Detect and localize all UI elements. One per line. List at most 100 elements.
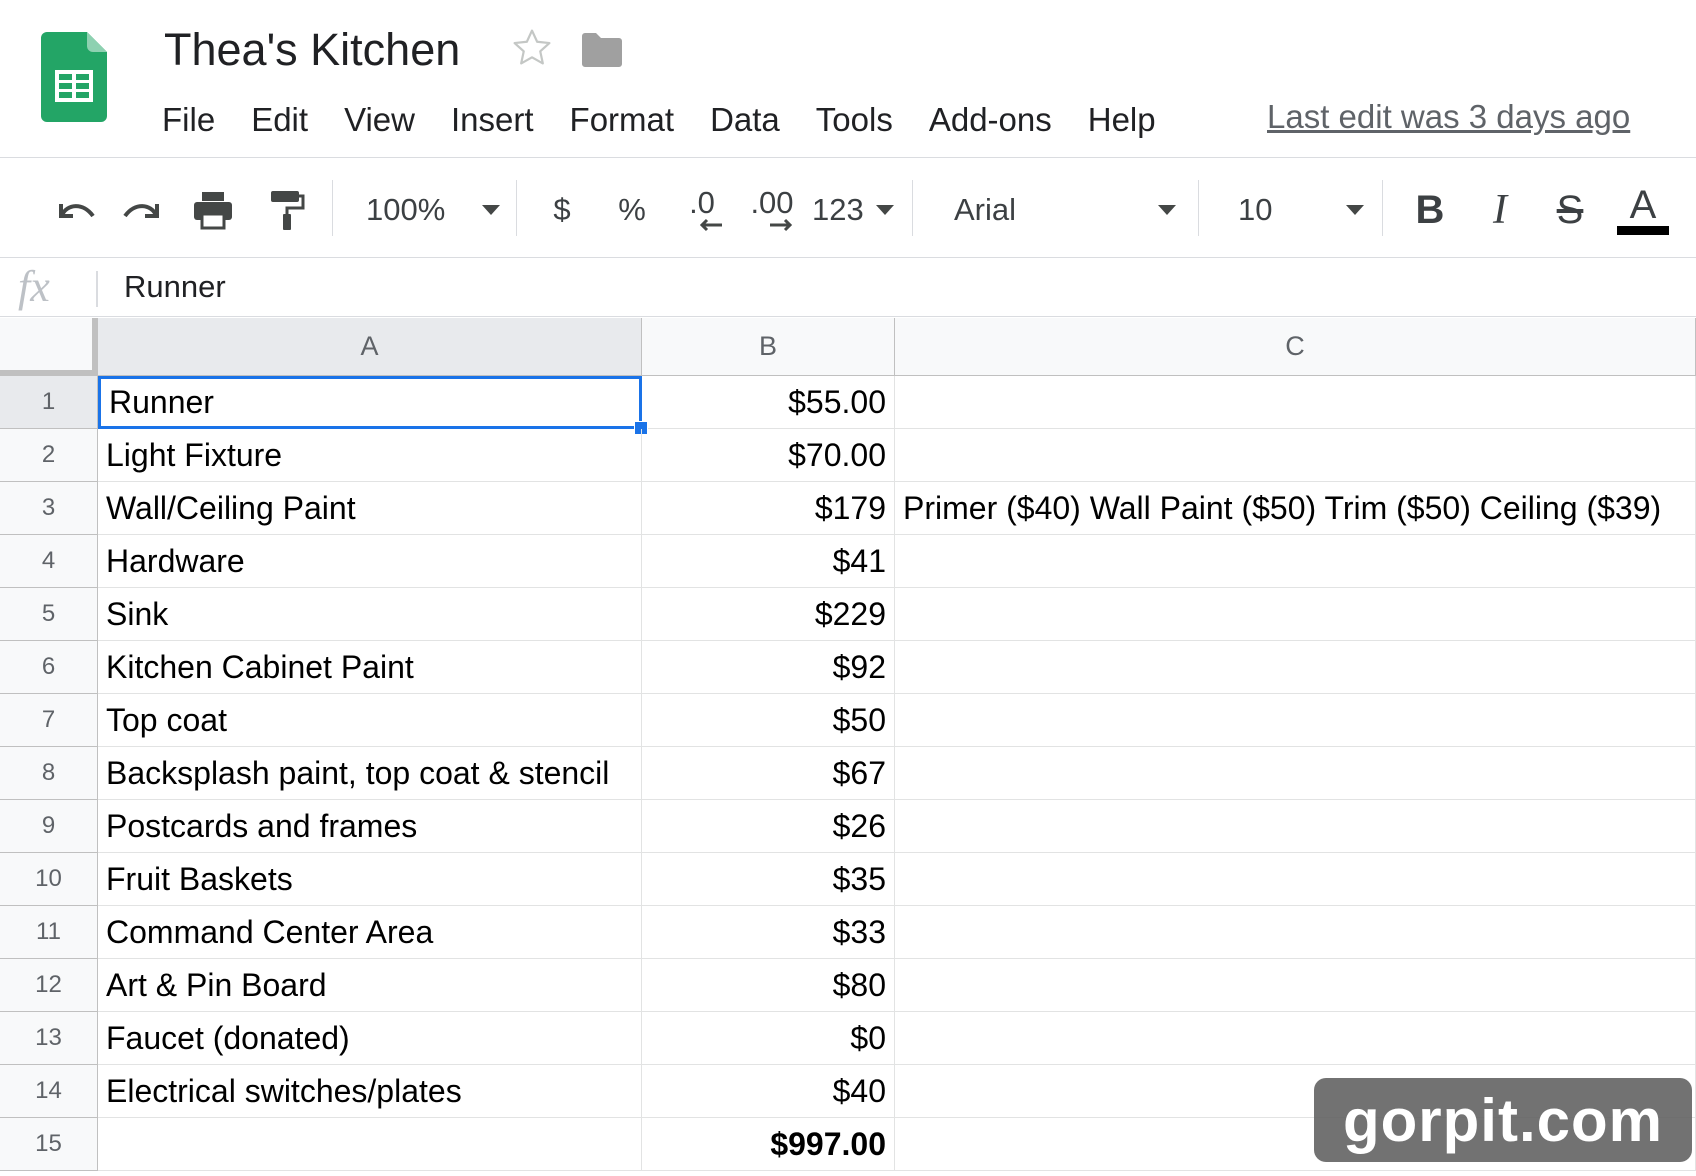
row-header[interactable]: 13 <box>0 1012 98 1065</box>
star-icon[interactable] <box>510 26 554 70</box>
decrease-decimal-button[interactable]: .0 <box>674 186 730 234</box>
cell-c-note[interactable] <box>895 959 1696 1012</box>
row-header[interactable]: 2 <box>0 429 98 482</box>
sheets-logo-icon[interactable] <box>41 32 107 122</box>
italic-button[interactable]: I <box>1476 186 1524 234</box>
text-color-button[interactable]: A <box>1616 180 1670 238</box>
row-header[interactable]: 12 <box>0 959 98 1012</box>
more-formats-button[interactable]: 123 <box>812 186 894 234</box>
row-header[interactable]: 11 <box>0 906 98 959</box>
font-family-select[interactable]: Arial <box>954 186 1176 234</box>
menu-file[interactable]: File <box>162 101 215 139</box>
menu-view[interactable]: View <box>344 101 415 139</box>
menu-edit[interactable]: Edit <box>251 101 308 139</box>
cell-a-item[interactable]: Top coat <box>98 694 642 747</box>
column-header-c[interactable]: C <box>895 318 1696 376</box>
formula-input[interactable]: Runner <box>124 269 226 305</box>
cell-a-item[interactable]: Electrical switches/plates <box>98 1065 642 1118</box>
cell-a-item[interactable]: Art & Pin Board <box>98 959 642 1012</box>
cell-b-cost[interactable]: $35 <box>642 853 895 906</box>
cell-a-item[interactable]: Light Fixture <box>98 429 642 482</box>
select-all-corner[interactable] <box>0 318 98 376</box>
cell-b-cost[interactable]: $26 <box>642 800 895 853</box>
cell-a-item[interactable]: Wall/Ceiling Paint <box>98 482 642 535</box>
cell-b-cost[interactable]: $55.00 <box>642 376 895 429</box>
menu-tools[interactable]: Tools <box>816 101 893 139</box>
zoom-select[interactable]: 100% <box>366 186 500 234</box>
watermark-text: gorpit.com <box>1343 1086 1663 1154</box>
cell-c-note[interactable] <box>895 853 1696 906</box>
currency-format-button[interactable]: $ <box>540 186 584 234</box>
cell-b-cost[interactable]: $50 <box>642 694 895 747</box>
bold-icon: B <box>1415 187 1445 232</box>
cell-b-cost[interactable]: $40 <box>642 1065 895 1118</box>
menu-insert[interactable]: Insert <box>451 101 534 139</box>
row-header[interactable]: 15 <box>0 1118 98 1171</box>
print-button[interactable] <box>188 186 238 234</box>
cell-c-note[interactable] <box>895 588 1696 641</box>
last-edit-link[interactable]: Last edit was 3 days ago <box>1267 98 1630 136</box>
bold-button[interactable]: B <box>1406 186 1454 234</box>
cell-b-cost[interactable]: $41 <box>642 535 895 588</box>
row-header[interactable]: 6 <box>0 641 98 694</box>
cell-a-item[interactable]: Sink <box>98 588 642 641</box>
cell-b-cost[interactable]: $33 <box>642 906 895 959</box>
menu-format[interactable]: Format <box>570 101 675 139</box>
cell-a-item[interactable]: Backsplash paint, top coat & stencil <box>98 747 642 800</box>
cell-a-item[interactable]: Faucet (donated) <box>98 1012 642 1065</box>
row-header[interactable]: 3 <box>0 482 98 535</box>
cell-a-item[interactable]: Fruit Baskets <box>98 853 642 906</box>
cell-c-note[interactable] <box>895 535 1696 588</box>
cell-c-note[interactable] <box>895 641 1696 694</box>
cell-b-cost[interactable]: $179 <box>642 482 895 535</box>
row-header[interactable]: 5 <box>0 588 98 641</box>
menu-add-ons[interactable]: Add-ons <box>929 101 1052 139</box>
cell-b-cost[interactable]: $997.00 <box>642 1118 895 1171</box>
cell-c-note[interactable]: Primer ($40) Wall Paint ($50) Trim ($50)… <box>895 482 1696 535</box>
row-header[interactable]: 10 <box>0 853 98 906</box>
cell-b-cost[interactable]: $80 <box>642 959 895 1012</box>
cell-a-item[interactable]: Hardware <box>98 535 642 588</box>
redo-button[interactable] <box>118 186 168 234</box>
cell-a-item[interactable]: Kitchen Cabinet Paint <box>98 641 642 694</box>
cell-c-note[interactable] <box>895 376 1696 429</box>
row-header[interactable]: 4 <box>0 535 98 588</box>
folder-icon[interactable] <box>580 30 624 70</box>
cell-b-cost[interactable]: $92 <box>642 641 895 694</box>
cell-c-note[interactable] <box>895 694 1696 747</box>
redo-icon <box>123 204 159 218</box>
row-header[interactable]: 14 <box>0 1065 98 1118</box>
menu-help[interactable]: Help <box>1088 101 1156 139</box>
arrow-left-icon <box>699 218 722 232</box>
chevron-down-icon <box>1346 205 1364 215</box>
cell-b-cost[interactable]: $0 <box>642 1012 895 1065</box>
paint-format-button[interactable] <box>262 186 312 234</box>
cell-c-note[interactable] <box>895 429 1696 482</box>
cell-c-note[interactable] <box>895 747 1696 800</box>
percent-format-button[interactable]: % <box>610 186 654 234</box>
cell-c-note[interactable] <box>895 906 1696 959</box>
font-size-select[interactable]: 10 <box>1238 186 1364 234</box>
increase-decimal-button[interactable]: .00 <box>744 186 800 234</box>
cell-a-item[interactable]: Postcards and frames <box>98 800 642 853</box>
cell-c-note[interactable] <box>895 1012 1696 1065</box>
cell-c-note[interactable] <box>895 800 1696 853</box>
cell-b-cost[interactable]: $229 <box>642 588 895 641</box>
column-header-b[interactable]: B <box>642 318 895 376</box>
cell-a-item[interactable]: Command Center Area <box>98 906 642 959</box>
row-header[interactable]: 1 <box>0 376 98 429</box>
toolbar-separator <box>912 180 913 236</box>
row-header[interactable]: 8 <box>0 747 98 800</box>
column-header-a[interactable]: A <box>98 318 642 376</box>
strikethrough-button[interactable]: S <box>1546 186 1594 234</box>
row-header[interactable]: 7 <box>0 694 98 747</box>
menu-data[interactable]: Data <box>710 101 780 139</box>
undo-button[interactable] <box>50 186 100 234</box>
cell-b-cost[interactable]: $70.00 <box>642 429 895 482</box>
document-title[interactable]: Thea's Kitchen <box>164 24 460 76</box>
cell-a-item[interactable]: Runner <box>98 376 642 429</box>
text-color-swatch <box>1617 225 1669 235</box>
cell-b-cost[interactable]: $67 <box>642 747 895 800</box>
cell-a-item[interactable] <box>98 1118 642 1171</box>
row-header[interactable]: 9 <box>0 800 98 853</box>
